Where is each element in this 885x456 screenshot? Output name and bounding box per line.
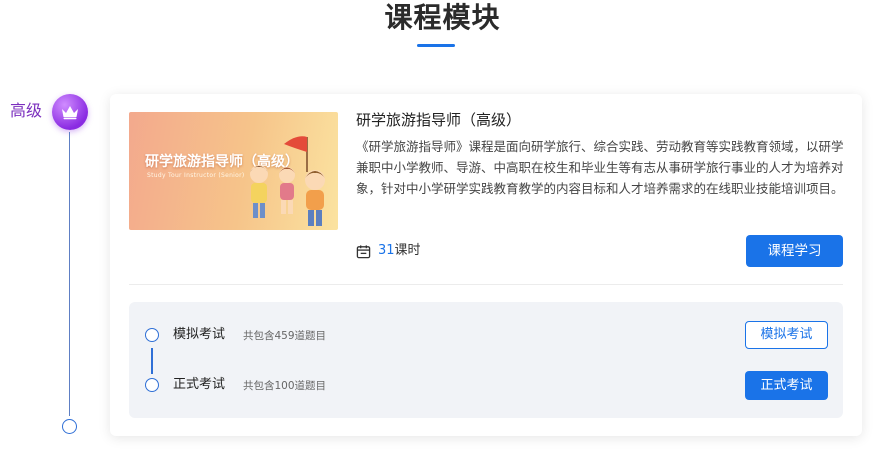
exam-count-mock: 共包含459道题目 [243,330,327,342]
title-underline [417,44,455,47]
course-cover-image[interactable]: 研学旅游指导师（高级） Study Tour Instructor (Senio… [129,112,338,230]
exam-connector [151,348,153,374]
course-hours: 31 课时 [356,242,421,260]
page-title: 课程模块 [384,1,501,34]
hours-value: 31 [378,243,395,258]
exam-count-formal: 共包含100道题目 [243,380,327,392]
course-name[interactable]: 研学旅游指导师（高级） [356,109,521,131]
crown-icon [52,94,88,130]
exam-dot-formal [145,378,159,392]
mock-exam-button[interactable]: 模拟考试 [745,321,828,349]
exam-panel: 模拟考试 共包含459道题目 模拟考试 正式考试 共包含100道题目 正式考试 [129,302,843,418]
course-card: 研学旅游指导师（高级） Study Tour Instructor (Senio… [110,94,862,436]
cover-illustration [250,136,325,226]
calendar-icon [356,244,371,258]
crown-icon-glyph [62,106,78,120]
course-description: 《研学旅游指导师》课程是面向研学旅行、综合实践、劳动教育等实践教育领域，以研学兼… [356,139,844,196]
hours-unit: 课时 [394,243,421,258]
exam-name-formal: 正式考试 [173,377,226,392]
timeline-end-dot [62,419,77,434]
exam-name-mock: 模拟考试 [173,327,226,342]
level-label: 高级 [10,101,43,120]
exam-dot-mock [145,328,159,342]
course-module-page: 课程模块 高级 研学旅游指导师（高级） Study Tour Instructo… [0,0,885,456]
card-divider [129,284,843,285]
course-study-button[interactable]: 课程学习 [746,235,843,267]
timeline-line [69,132,70,416]
formal-exam-button[interactable]: 正式考试 [745,371,828,400]
